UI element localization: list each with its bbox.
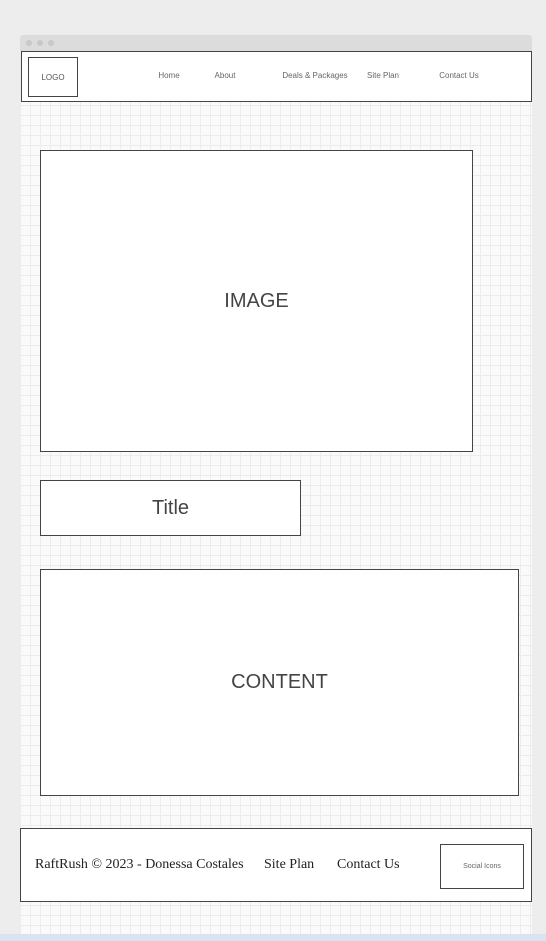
window-dot [26, 40, 32, 46]
logo[interactable]: LOGO [28, 57, 78, 97]
footer-copyright: RaftRush © 2023 - Donessa Costales [35, 857, 244, 872]
bottom-bar [0, 934, 546, 941]
image-placeholder: IMAGE [40, 150, 473, 452]
nav-contact-us[interactable]: Contact Us [439, 71, 479, 80]
nav-deals-packages[interactable]: Deals & Packages [282, 71, 347, 80]
nav-about[interactable]: About [215, 71, 236, 80]
nav-home[interactable]: Home [158, 71, 179, 80]
nav-site-plan[interactable]: Site Plan [367, 71, 399, 80]
social-icons-placeholder[interactable]: Social Icons [440, 844, 524, 889]
footer-contact-us-link[interactable]: Contact Us [337, 857, 400, 873]
window-dot [37, 40, 43, 46]
footer-site-plan-link[interactable]: Site Plan [264, 857, 314, 873]
window-dot [48, 40, 54, 46]
title-placeholder: Title [40, 480, 301, 536]
window-titlebar [20, 35, 532, 51]
content-placeholder: CONTENT [40, 569, 519, 796]
